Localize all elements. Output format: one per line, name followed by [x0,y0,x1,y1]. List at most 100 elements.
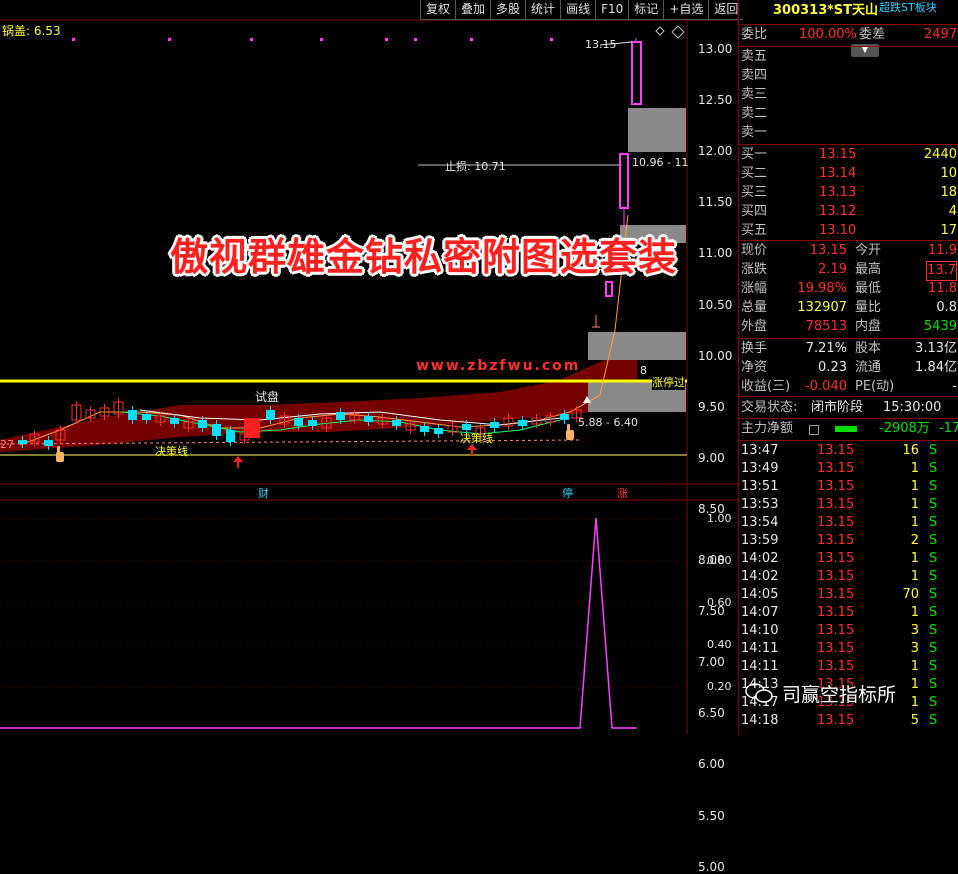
suspend-tag[interactable]: 停 [562,485,573,501]
tick-side: S [929,713,938,728]
tick-volume: 3 [910,623,919,638]
tick-price: 13.15 [817,551,855,566]
ask-row[interactable]: 卖二 [739,105,958,123]
quote-value: 2.19 [818,262,847,277]
tick-price: 13.15 [817,659,855,674]
quote-row: 现价 13.15 今开 11.9 [739,242,958,260]
sub-tick-label: 1.00 [707,512,732,525]
decision-line-label: 决策线 [460,432,493,445]
quote-label: 换手 [741,341,768,356]
ask-row[interactable]: 卖一 [739,124,958,142]
price-tick-label: 9.00 [698,450,725,465]
decision-line-label: 决策线 [155,445,188,458]
price-tick-label: 10.00 [698,348,733,363]
price-tick-label: 5.50 [698,808,725,823]
quote-value: 19.98% [797,281,847,296]
tick-volume: 1 [910,605,919,620]
bid-row[interactable]: 买三 13.13 18 [739,184,958,202]
bid-row[interactable]: 买一 13.15 2440 [739,146,958,164]
ask-row[interactable]: 卖四 [739,67,958,85]
quote-value: - [952,379,957,394]
tick-price: 13.15 [817,443,855,458]
quote-label: 涨幅 [741,281,768,296]
tick-row: 13:51 13.15 1 S [739,478,958,496]
price-tick-label: 10.50 [698,297,733,312]
tick-side: S [929,623,938,638]
wechat-icon [745,683,773,703]
price-tick-label: 13.00 [698,42,733,56]
tick-row: 13:49 13.15 1 S [739,460,958,478]
tick-price: 13.15 [817,461,855,476]
toolbar-button[interactable]: F10 [595,0,629,20]
bid-volume: 4 [948,204,957,219]
indicator-dot [470,38,473,41]
bid-row[interactable]: 买五 13.10 17 [739,222,958,240]
quote-label: 收益(三) [741,379,791,394]
tick-price: 13.15 [817,497,855,512]
toolbar-button[interactable]: 复权 [420,0,456,20]
indicator-dot [385,38,388,41]
indicator-dot [550,38,553,41]
trial-candle [244,418,260,438]
chart-area[interactable]: 13.00 12.50 12.00 11.50 11.00 10.50 10.00 9.50 9… [0,0,738,874]
toolbar-button[interactable]: 多股 [490,0,526,20]
sub-indicator-line [0,517,637,729]
price-tick-label: 11.00 [698,246,733,261]
toolbar-button[interactable]: 叠加 [455,0,491,20]
limit-num-label: 8 [640,364,647,377]
bid-volume: 10 [940,166,957,181]
toolbar-button[interactable]: 画线 [560,0,596,20]
quote-row: 净资 0.23 流通 1.84亿 [739,359,958,377]
quote-value: 0.8 [936,300,957,315]
tick-row: 13:54 13.15 1 S [739,514,958,532]
tick-volume: 1 [910,551,919,566]
kline-chart[interactable] [0,0,738,735]
tick-time: 14:07 [741,605,779,620]
quote-label: 最低 [855,281,882,296]
tick-side: S [929,461,938,476]
indicator-dot [320,38,323,41]
toolbar-button[interactable]: 标记 [628,0,664,20]
quote-value: 7.21% [805,341,847,356]
quote-label: 总量 [741,300,768,315]
tick-time: 14:18 [741,713,779,728]
promo-banner: 傲视群雄金钻私密附图选套装 [170,235,678,279]
tick-side: S [929,551,938,566]
list-icon[interactable] [809,425,819,435]
indicator-dot [72,38,75,41]
finance-tag[interactable]: 财 [258,485,269,501]
tick-side: S [929,443,938,458]
bid-volume: 18 [940,185,957,200]
diamond-icon[interactable] [671,25,685,39]
stock-name: *ST天山 [827,3,879,18]
quote-label: 量比 [855,300,882,315]
diamond-icon[interactable] [655,26,665,36]
left-num-label: 27 [0,438,14,451]
stock-code: 300313 [773,3,828,18]
price-tick-label: 9.50 [698,399,725,414]
indicator-dots [72,38,553,41]
block-label[interactable]: 超跌ST板块 [879,0,937,17]
tick-volume: 70 [902,587,919,602]
toolbar-button[interactable]: +自选 [663,0,709,20]
tick-row: 13:59 13.15 2 S [739,532,958,550]
sub-tick-label: 0.60 [707,596,732,609]
tick-price: 13.15 [817,605,855,620]
quote-value: 78513 [805,319,847,334]
stock-header: 300313 *ST天山 超跌ST板块 [739,0,958,20]
limit-up-tag[interactable]: 涨 [617,485,628,501]
bid-row[interactable]: 买四 13.12 4 [739,203,958,221]
price-tick-label: 12.50 [698,93,733,108]
quote-row: 涨跌 2.19 最高 13.7 [739,261,958,281]
tick-row: 13:47 13.15 16 S [739,442,958,460]
tick-side: S [929,695,938,710]
tick-side: S [929,533,938,548]
toolbar-button[interactable]: 统计 [525,0,561,20]
ask-row[interactable]: 卖五 [739,48,958,66]
bid-price: 13.15 [819,147,857,162]
quote-value: 1.84亿 [915,360,957,375]
tick-side: S [929,677,938,692]
ask-row[interactable]: 卖三 [739,86,958,104]
bid-row[interactable]: 买二 13.14 10 [739,165,958,183]
sub-tick-label: 0.40 [707,638,732,651]
